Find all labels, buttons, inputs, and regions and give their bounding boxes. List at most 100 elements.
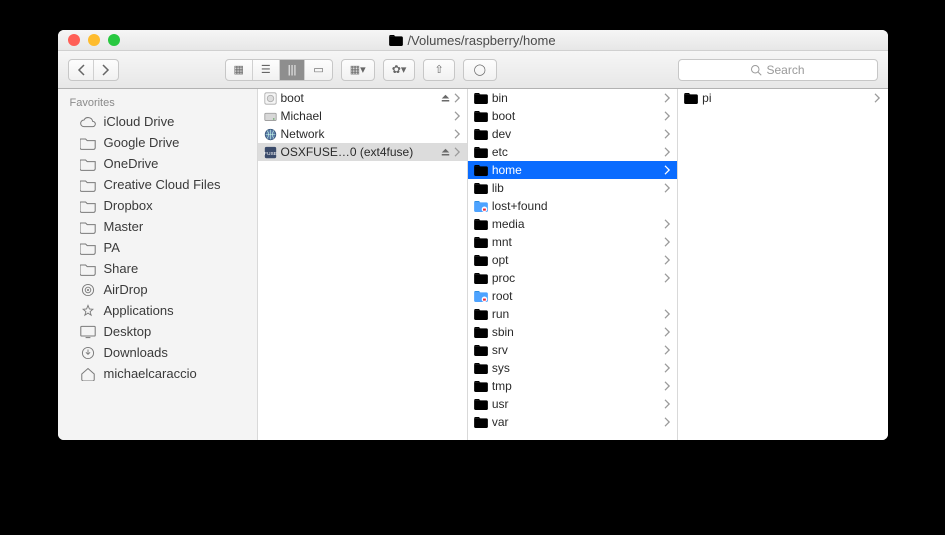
zoom-button[interactable] bbox=[108, 34, 120, 46]
airdrop-icon bbox=[80, 283, 96, 297]
list-item[interactable]: etc bbox=[468, 143, 677, 161]
item-label: pi bbox=[702, 91, 870, 105]
sidebar-item-label: Downloads bbox=[104, 345, 168, 360]
sidebar-item-label: PA bbox=[104, 240, 120, 255]
search-icon bbox=[750, 64, 762, 76]
list-item[interactable]: mnt bbox=[468, 233, 677, 251]
sidebar-heading-favorites: Favorites bbox=[58, 93, 257, 111]
sidebar-item-downloads[interactable]: Downloads bbox=[58, 342, 257, 363]
list-item[interactable]: lost+found bbox=[468, 197, 677, 215]
sidebar-item-icloud-drive[interactable]: iCloud Drive bbox=[58, 111, 257, 132]
folder-icon bbox=[474, 273, 488, 284]
list-item[interactable]: pi bbox=[678, 89, 887, 107]
item-label: usr bbox=[492, 397, 660, 411]
minimize-button[interactable] bbox=[88, 34, 100, 46]
list-item[interactable]: home bbox=[468, 161, 677, 179]
sidebar-item-label: AirDrop bbox=[104, 282, 148, 297]
list-item[interactable]: var bbox=[468, 413, 677, 431]
sidebar-item-label: iCloud Drive bbox=[104, 114, 175, 129]
item-label: proc bbox=[492, 271, 660, 285]
list-item[interactable]: tmp bbox=[468, 377, 677, 395]
title-folder-icon bbox=[389, 35, 403, 46]
folder-icon bbox=[80, 241, 96, 255]
item-label: srv bbox=[492, 343, 660, 357]
gear-icon: ✿ bbox=[392, 63, 401, 76]
list-item[interactable]: Michael bbox=[258, 107, 467, 125]
view-list-button[interactable]: ☰ bbox=[253, 60, 280, 80]
item-label: etc bbox=[492, 145, 660, 159]
view-segment: ▦ ☰ ||| ▭ bbox=[225, 59, 333, 81]
item-label: lib bbox=[492, 181, 660, 195]
back-button[interactable] bbox=[69, 60, 94, 80]
sidebar-item-dropbox[interactable]: Dropbox bbox=[58, 195, 257, 216]
chevron-right-icon bbox=[454, 93, 461, 103]
chevron-right-icon bbox=[664, 147, 671, 157]
list-item[interactable]: boot bbox=[258, 89, 467, 107]
folder-icon bbox=[474, 255, 488, 266]
chevron-left-icon bbox=[77, 64, 85, 76]
sidebar-item-onedrive[interactable]: OneDrive bbox=[58, 153, 257, 174]
share-button[interactable]: ⇧ bbox=[423, 59, 454, 81]
sidebar-item-applications[interactable]: Applications bbox=[58, 300, 257, 321]
list-item[interactable]: run bbox=[468, 305, 677, 323]
list-item[interactable]: sbin bbox=[468, 323, 677, 341]
view-columns-button[interactable]: ||| bbox=[280, 60, 306, 80]
list-item[interactable]: usr bbox=[468, 395, 677, 413]
action-button[interactable]: ✿▾ bbox=[384, 60, 415, 80]
sidebar-item-share[interactable]: Share bbox=[58, 258, 257, 279]
item-label: boot bbox=[281, 91, 437, 105]
sidebar-item-google-drive[interactable]: Google Drive bbox=[58, 132, 257, 153]
sidebar-item-airdrop[interactable]: AirDrop bbox=[58, 279, 257, 300]
arrange-button[interactable]: ▦▾ bbox=[342, 60, 374, 80]
list-item[interactable]: boot bbox=[468, 107, 677, 125]
item-label: boot bbox=[492, 109, 660, 123]
eject-icon[interactable] bbox=[441, 148, 450, 157]
view-gallery-button[interactable]: ▭ bbox=[305, 60, 331, 80]
arrange-segment: ▦▾ bbox=[341, 59, 375, 81]
sidebar-item-creative-cloud-files[interactable]: Creative Cloud Files bbox=[58, 174, 257, 195]
folder-icon bbox=[474, 111, 488, 122]
list-item[interactable]: dev bbox=[468, 125, 677, 143]
item-label: mnt bbox=[492, 235, 660, 249]
sidebar-item-label: michaelcaraccio bbox=[104, 366, 197, 381]
search-field[interactable]: Search bbox=[678, 59, 878, 81]
eject-icon[interactable] bbox=[441, 94, 450, 103]
sidebar-item-label: OneDrive bbox=[104, 156, 159, 171]
list-item[interactable]: srv bbox=[468, 341, 677, 359]
sidebar-item-label: Dropbox bbox=[104, 198, 153, 213]
list-item[interactable]: root bbox=[468, 287, 677, 305]
sidebar-item-pa[interactable]: PA bbox=[58, 237, 257, 258]
search-placeholder: Search bbox=[766, 63, 804, 77]
list-item[interactable]: opt bbox=[468, 251, 677, 269]
folder-icon bbox=[684, 93, 698, 104]
sidebar-item-desktop[interactable]: Desktop bbox=[58, 321, 257, 342]
close-button[interactable] bbox=[68, 34, 80, 46]
sidebar: Favorites iCloud Drive Google Drive OneDri… bbox=[58, 89, 258, 440]
chevron-right-icon bbox=[664, 327, 671, 337]
list-item[interactable]: sys bbox=[468, 359, 677, 377]
list-item[interactable]: OSXFUSE…0 (ext4fuse) bbox=[258, 143, 467, 161]
folder-icon bbox=[80, 199, 96, 213]
folder-icon bbox=[80, 178, 96, 192]
list-item[interactable]: proc bbox=[468, 269, 677, 287]
list-item[interactable]: Network bbox=[258, 125, 467, 143]
sidebar-item-label: Master bbox=[104, 219, 144, 234]
sidebar-item-master[interactable]: Master bbox=[58, 216, 257, 237]
chevron-right-icon bbox=[664, 417, 671, 427]
folder-icon bbox=[80, 157, 96, 171]
drive-icon bbox=[264, 92, 277, 105]
folder-icon bbox=[474, 183, 488, 194]
chevron-right-icon bbox=[454, 129, 461, 139]
chevron-right-icon bbox=[664, 165, 671, 175]
sidebar-item-michaelcaraccio[interactable]: michaelcaraccio bbox=[58, 363, 257, 384]
list-item[interactable]: lib bbox=[468, 179, 677, 197]
list-item[interactable]: bin bbox=[468, 89, 677, 107]
column-1: bin boot dev etc home lib lost+foundmedia mnt op… bbox=[468, 89, 678, 440]
titlebar[interactable]: /Volumes/raspberry/home bbox=[58, 30, 888, 51]
view-icons-button[interactable]: ▦ bbox=[226, 60, 253, 80]
tags-button[interactable]: ◯ bbox=[463, 59, 497, 81]
forward-button[interactable] bbox=[94, 60, 118, 80]
item-label: run bbox=[492, 307, 660, 321]
sidebar-list: iCloud Drive Google Drive OneDrive Creative… bbox=[58, 111, 257, 384]
list-item[interactable]: media bbox=[468, 215, 677, 233]
